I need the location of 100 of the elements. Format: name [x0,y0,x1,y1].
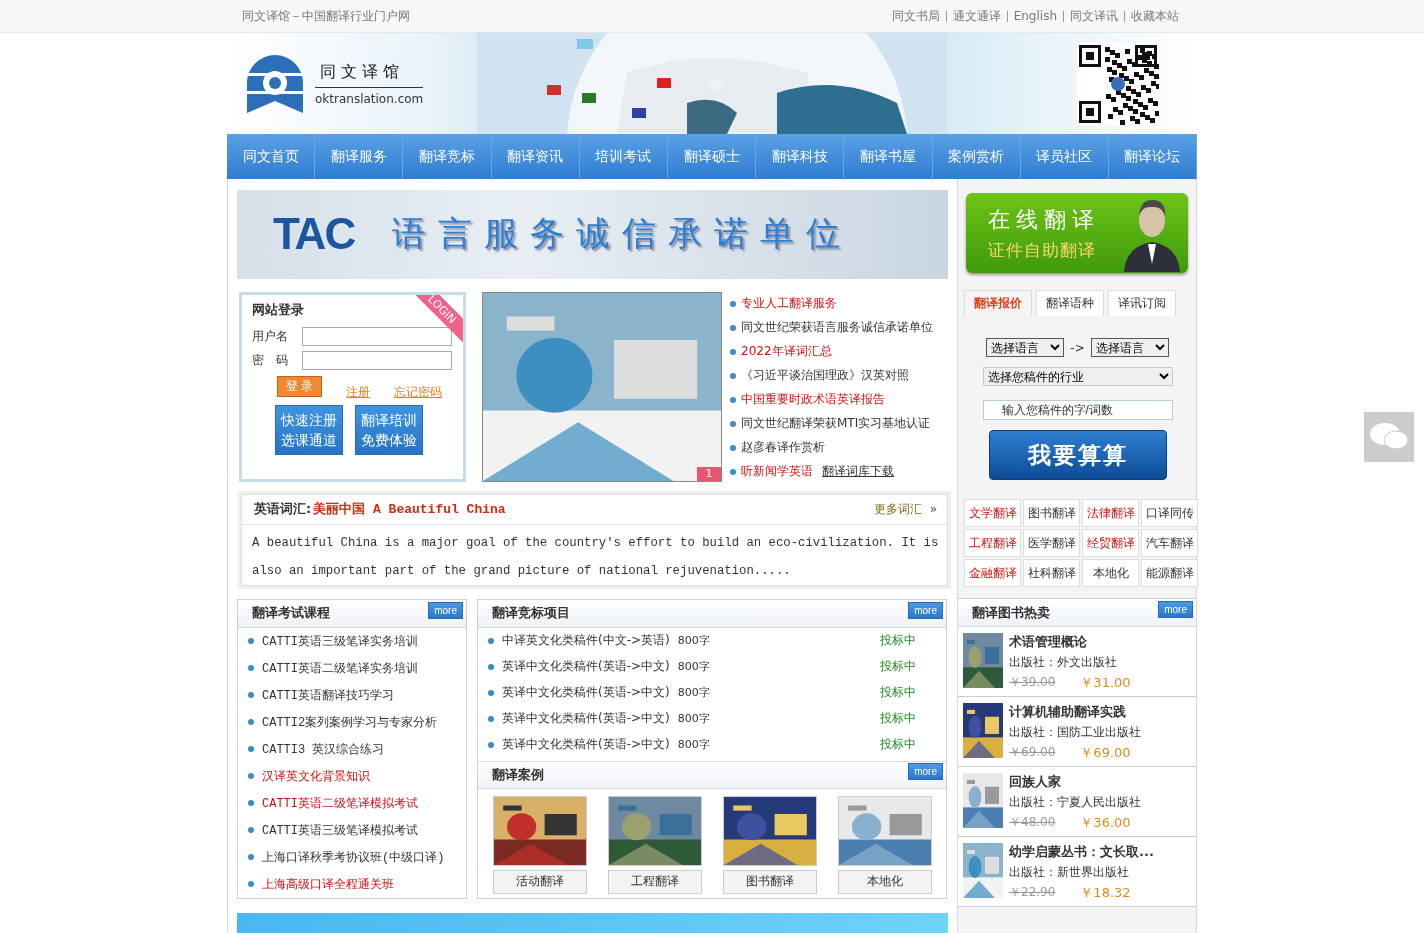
case-button[interactable]: 图书翻译 [723,869,817,894]
nav-item[interactable]: 翻译硕士 [667,134,757,179]
news-link[interactable]: 中国重要时政术语英译报告 [741,391,885,409]
news-link[interactable]: 《习近平谈治国理政》汉英对照 [741,367,909,385]
news-link[interactable]: 同文世纪翻译荣获MTI实习基地认证 [741,415,931,433]
word-count: 800字 [677,737,711,753]
quote-tab[interactable]: 翻译报价 [964,290,1032,316]
course-link[interactable]: CATTI英语二级笔译实务培训 [262,659,418,677]
top-link[interactable]: 收藏本站 [1124,10,1185,22]
username-field[interactable] [302,327,452,347]
more-words-link[interactable]: 更多词汇 [873,500,922,518]
project-link[interactable]: 英译中文化类稿件(英语->中文) [502,684,670,702]
nav-item[interactable]: 翻译竞标 [403,134,492,179]
promo-button[interactable]: 快速注册 选课通道 [275,404,343,455]
book-title[interactable]: 回族人家 [1009,773,1141,791]
course-link[interactable]: CATTI英语三级笔译模拟考试 [262,821,418,839]
category-link[interactable]: 能源翻译 [1141,559,1198,587]
bullet-icon [730,324,736,331]
top-link[interactable]: 同文译讯 [1063,10,1124,22]
top-link[interactable]: 同文书局 [885,10,946,22]
book-title[interactable]: 计算机辅助翻译实践 [1009,703,1141,721]
banner-slogan: 语言服务诚信承诺单位 [392,212,853,256]
calculate-button[interactable]: 我要算算 [988,430,1167,480]
word-count-field[interactable]: 输入您稿件的字/词数 [982,400,1173,420]
field-label: 密 码 [252,352,289,370]
nav-item[interactable]: 同文首页 [227,134,316,179]
project-link[interactable]: 英译中文化类稿件(英语->中文) [502,736,670,754]
book-title[interactable]: 术语管理概论 [1009,633,1131,651]
case-button[interactable]: 活动翻译 [493,869,587,894]
industry-select[interactable]: 选择您稿件的行业 [982,367,1173,386]
bullet-icon [730,396,736,403]
course-link[interactable]: 上海口译秋季考协议班(中级口译) [262,848,445,866]
category-link[interactable]: 工程翻译 [964,529,1021,557]
top-link[interactable]: English [1006,10,1063,22]
book-publisher: 出版社：国防工业出版社 [1009,724,1141,741]
banner-subtitle: 证件自助翻译 [988,238,1097,262]
panel-title: 翻译考试课程 [252,604,330,623]
course-link[interactable]: 汉译英文化背景知识 [262,767,370,785]
news-link[interactable]: 听新闻学英语 [741,463,813,481]
news-link[interactable]: 同文世纪荣获语言服务诚信承诺单位 [741,319,933,337]
project-link[interactable]: 英译中文化类稿件(英语->中文) [502,658,670,676]
course-link[interactable]: CATTI英语三级笔译实务培训 [262,632,418,650]
vocab-label: 英语词汇: [254,500,312,519]
bullet-icon [730,420,736,427]
password-field[interactable] [302,351,452,371]
nav-item[interactable]: 翻译服务 [315,134,404,179]
bullet-icon [488,741,494,748]
bid-status: 投标中 [880,710,916,728]
category-link[interactable]: 文学翻译 [964,499,1021,527]
quote-tab[interactable]: 译讯订阅 [1108,290,1176,316]
target-language-select[interactable]: 选择语言 [1090,338,1169,357]
bullet-icon [730,348,736,355]
register-link[interactable]: 注册 [346,384,371,402]
source-language-select[interactable]: 选择语言 [986,338,1065,357]
logo-icon [245,52,305,115]
category-link[interactable]: 法律翻译 [1082,499,1139,527]
word-count: 800字 [677,685,711,701]
course-link[interactable]: CATTI英语翻译技巧学习 [262,686,394,704]
nav-item[interactable]: 翻译科技 [756,134,845,179]
quote-tab[interactable]: 翻译语种 [1036,290,1104,316]
category-link[interactable]: 口译同传 [1141,499,1198,527]
news-link[interactable]: 2022年译词汇总 [741,343,832,361]
sale-price: ￥69.00 [1080,744,1131,762]
category-link[interactable]: 本地化 [1082,559,1139,587]
project-link[interactable]: 英译中文化类稿件(英语->中文) [502,710,670,728]
course-link[interactable]: 上海高级口译全程通关班 [262,875,394,893]
top-link[interactable]: 通文通译 [945,10,1007,22]
book-title[interactable]: 幼学启蒙丛书：文长取... [1009,843,1154,861]
promo-banner[interactable]: TAC 语言服务诚信承诺单位 [237,190,948,279]
nav-item[interactable]: 翻译书屋 [844,134,933,179]
more-button[interactable]: more [908,601,943,619]
chat-widget[interactable] [1364,412,1414,462]
case-button[interactable]: 本地化 [838,869,932,894]
category-link[interactable]: 医学翻译 [1023,529,1080,557]
promo-button[interactable]: 翻译培训 免费体验 [355,404,423,455]
category-link[interactable]: 经贸翻译 [1082,529,1139,557]
course-link[interactable]: CATTI英语二级笔译模拟考试 [262,794,418,812]
more-button[interactable]: more [1158,601,1193,618]
category-link[interactable]: 金融翻译 [964,559,1021,587]
forgot-password-link[interactable]: 忘记密码 [394,384,443,402]
category-link[interactable]: 图书翻译 [1023,499,1080,527]
category-link[interactable]: 社科翻译 [1023,559,1080,587]
news-link[interactable]: 专业人工翻译服务 [741,295,837,313]
bid-status: 投标中 [880,658,916,676]
bullet-icon [488,637,494,644]
nav-item[interactable]: 翻译资讯 [491,134,580,179]
category-link[interactable]: 汽车翻译 [1141,529,1198,557]
case-button[interactable]: 工程翻译 [608,869,702,894]
course-link[interactable]: CATTI3 英汉综合练习 [262,740,385,758]
bullet-icon [248,719,254,726]
more-button[interactable]: more [428,601,463,619]
bullet-icon [248,638,254,645]
news-link[interactable]: 赵彦春译作赏析 [741,439,825,457]
project-link[interactable]: 中译英文化类稿件(中文->英语) [502,632,670,650]
nav-item[interactable]: 培训考试 [579,134,668,179]
panel-title: 翻译竞标项目 [492,604,570,623]
course-link[interactable]: CATTI2案列案例学习与专家分析 [262,713,438,731]
download-link[interactable]: 翻译词库下载 [822,463,894,481]
more-button[interactable]: more [908,763,943,781]
bullet-icon [248,746,254,753]
